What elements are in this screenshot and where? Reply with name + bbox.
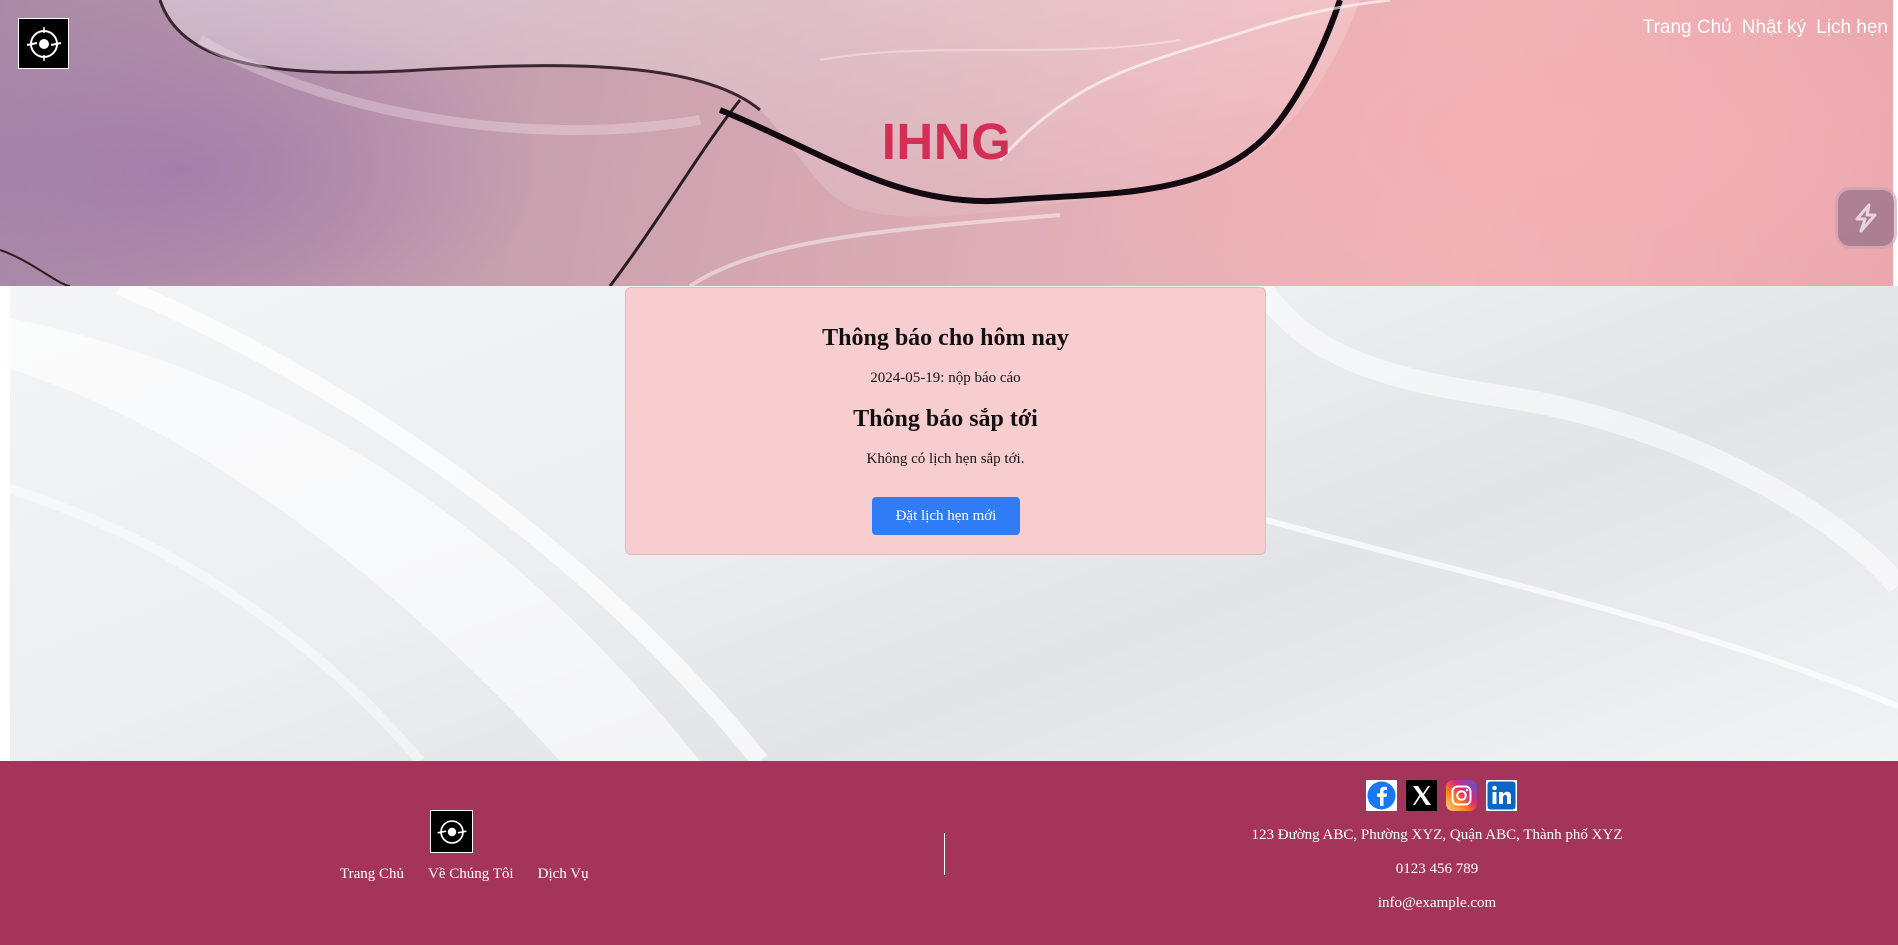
footer-divider [944, 833, 945, 875]
book-appointment-button[interactable]: Đặt lịch hẹn mới [872, 497, 1020, 535]
social-links [1366, 780, 1517, 811]
nav-journal-link[interactable]: Nhật ký [1742, 17, 1806, 39]
footer-logo[interactable] [430, 810, 473, 853]
facebook-icon[interactable] [1366, 780, 1397, 811]
upcoming-notices-heading: Thông báo sắp tới [853, 406, 1038, 432]
footer-phone: 0123 456 789 [1395, 861, 1479, 877]
compass-logo-icon [437, 819, 466, 844]
nav-home-link[interactable]: Trang Chủ [1643, 17, 1732, 39]
upcoming-notice-text: Không có lịch hẹn sắp tới. [866, 451, 1025, 467]
footer-email: info@example.com [1377, 895, 1497, 911]
instagram-icon[interactable] [1446, 780, 1477, 811]
brand-title: IHNG [881, 113, 1012, 170]
notice-card: Thông báo cho hôm nay 2024-05-19: nộp bá… [625, 287, 1266, 555]
lightning-widget-icon [1855, 203, 1877, 233]
x-icon[interactable] [1406, 780, 1437, 811]
main-nav: Trang Chủ Nhật ký Lịch hẹn [1643, 17, 1888, 39]
today-notice-item: 2024-05-19: nộp báo cáo [870, 370, 1021, 386]
today-notices-heading: Thông báo cho hôm nay [822, 325, 1069, 351]
nav-appointments-link[interactable]: Lịch hẹn [1816, 17, 1888, 39]
footer-link-home[interactable]: Trang Chủ [340, 866, 404, 883]
compass-logo-icon [26, 26, 61, 61]
footer-link-services[interactable]: Dịch Vụ [538, 866, 589, 883]
site-footer: Trang Chủ Về Chúng Tôi Dịch Vụ 123 Đường… [0, 761, 1898, 945]
floating-widget-button[interactable] [1838, 190, 1894, 246]
hero-header: Trang Chủ Nhật ký Lịch hẹn IHNG [0, 0, 1893, 286]
site-logo[interactable] [18, 18, 69, 69]
footer-links: Trang Chủ Về Chúng Tôi Dịch Vụ [340, 866, 589, 883]
footer-address: 123 Đường ABC, Phường XYZ, Quận ABC, Thà… [1251, 827, 1623, 843]
linkedin-icon[interactable] [1486, 780, 1517, 811]
footer-link-about[interactable]: Về Chúng Tôi [428, 866, 514, 883]
